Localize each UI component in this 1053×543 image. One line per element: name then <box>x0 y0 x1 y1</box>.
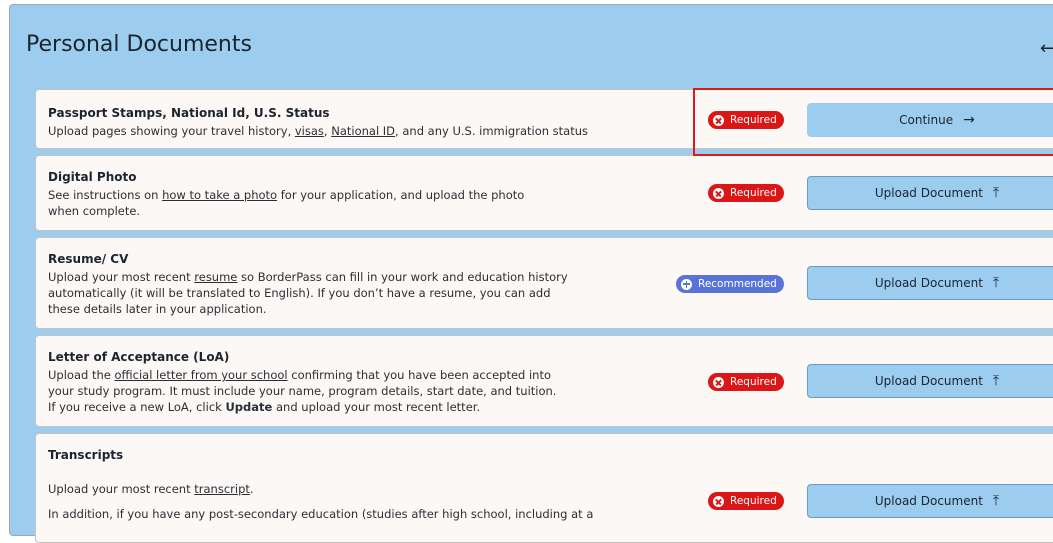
document-description: Upload your most recent resume so Border… <box>48 269 578 317</box>
how-to-take-photo-link[interactable]: how to take a photo <box>162 188 277 202</box>
document-title: Passport Stamps, National Id, U.S. Statu… <box>48 106 330 120</box>
upload-document-button[interactable]: Upload Document ⤒ <box>807 484 1053 518</box>
document-card-passport: Passport Stamps, National Id, U.S. Statu… <box>35 89 1053 149</box>
document-card-digital-photo: Digital Photo See instructions on how to… <box>35 155 1053 231</box>
document-card-loa: Letter of Acceptance (LoA) Upload the of… <box>35 335 1053 427</box>
description-text: and upload your most recent letter. <box>272 400 481 414</box>
document-description: Upload pages showing your travel history… <box>48 123 608 139</box>
description-text: Upload the <box>48 368 115 382</box>
visas-link[interactable]: visas <box>295 124 324 138</box>
badge-label: Required <box>730 495 777 507</box>
description-text: , and any U.S. immigration status <box>395 124 589 138</box>
required-badge: Required <box>708 111 784 129</box>
page-title: Personal Documents <box>26 32 252 57</box>
arrow-icon[interactable]: ← <box>1040 38 1053 59</box>
upload-icon: ⤒ <box>992 185 1000 201</box>
national-id-link[interactable]: National ID <box>331 124 395 138</box>
required-badge: Required <box>708 492 784 510</box>
document-card-transcripts: Transcripts Upload your most recent tran… <box>35 433 1053 543</box>
close-circle-icon <box>713 187 724 199</box>
button-label: Upload Document <box>874 374 983 388</box>
update-keyword: Update <box>225 400 273 414</box>
document-title: Letter of Acceptance (LoA) <box>48 350 230 364</box>
badge-label: Required <box>730 187 777 199</box>
description-text: . <box>249 482 254 496</box>
button-label: Upload Document <box>874 494 983 508</box>
plus-circle-icon <box>681 278 692 290</box>
upload-icon: ⤒ <box>992 493 1000 509</box>
document-description-extra: In addition, if you have any post-second… <box>48 507 594 521</box>
document-title: Digital Photo <box>48 170 137 184</box>
button-label: Upload Document <box>874 276 983 290</box>
required-badge: Required <box>708 184 784 202</box>
document-description: See instructions on how to take a photo … <box>48 187 548 219</box>
description-text: See instructions on <box>48 188 163 202</box>
button-label: Upload Document <box>874 186 983 200</box>
close-circle-icon <box>713 376 724 388</box>
document-description: Upload your most recent transcript. <box>48 481 588 497</box>
description-text: Upload pages showing your travel history… <box>48 124 295 138</box>
close-circle-icon <box>713 114 724 126</box>
arrow-right-icon: → <box>963 112 975 128</box>
recommended-badge: Recommended <box>676 275 784 293</box>
badge-label: Required <box>730 376 777 388</box>
upload-document-button[interactable]: Upload Document ⤒ <box>807 176 1053 210</box>
required-badge: Required <box>708 373 784 391</box>
description-text: If you receive a new LoA, click <box>48 400 226 414</box>
upload-icon: ⤒ <box>992 275 1000 291</box>
document-title: Transcripts <box>48 448 124 462</box>
close-circle-icon <box>713 495 724 507</box>
document-title: Resume/ CV <box>48 252 129 266</box>
badge-label: Recommended <box>698 278 777 290</box>
badge-label: Required <box>730 114 777 126</box>
description-text: Upload your most recent <box>48 482 195 496</box>
upload-icon: ⤒ <box>992 373 1000 389</box>
button-label: Continue <box>899 113 954 127</box>
resume-link[interactable]: resume <box>194 270 237 284</box>
upload-document-button[interactable]: Upload Document ⤒ <box>807 364 1053 398</box>
continue-button[interactable]: Continue → <box>807 103 1053 137</box>
official-letter-link[interactable]: official letter from your school <box>114 368 287 382</box>
document-card-resume: Resume/ CV Upload your most recent resum… <box>35 237 1053 329</box>
description-text: Upload your most recent <box>48 270 195 284</box>
document-description: Upload the official letter from your sch… <box>48 367 578 415</box>
upload-document-button[interactable]: Upload Document ⤒ <box>807 266 1053 300</box>
transcript-link[interactable]: transcript <box>194 482 250 496</box>
